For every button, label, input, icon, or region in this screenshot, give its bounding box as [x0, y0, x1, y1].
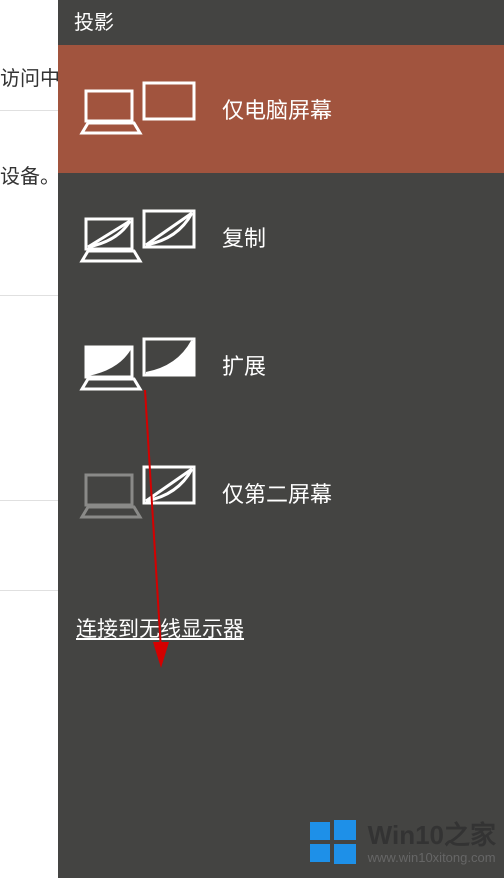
- pc-screen-only-icon: [78, 81, 198, 137]
- project-panel: 投影 仅电脑屏幕 复制: [58, 0, 504, 878]
- extend-icon: [78, 337, 198, 393]
- option-label: 仅电脑屏幕: [222, 93, 332, 125]
- project-option-extend[interactable]: 扩展: [58, 301, 504, 429]
- watermark-title: Win10之家: [368, 822, 496, 848]
- bg-divider: [0, 590, 58, 591]
- bg-divider: [0, 295, 58, 296]
- duplicate-icon: [78, 209, 198, 265]
- windows-logo-icon: [308, 818, 358, 868]
- option-label: 扩展: [222, 349, 266, 381]
- watermark: Win10之家 www.win10xitong.com: [308, 818, 496, 868]
- project-option-duplicate[interactable]: 复制: [58, 173, 504, 301]
- bg-text-1: 访问中: [0, 62, 60, 91]
- bg-divider: [0, 500, 58, 501]
- watermark-text: Win10之家 www.win10xitong.com: [368, 822, 496, 865]
- panel-title: 投影: [58, 0, 504, 45]
- second-screen-only-icon: [78, 465, 198, 521]
- watermark-url: www.win10xitong.com: [368, 850, 496, 865]
- project-option-pc-only[interactable]: 仅电脑屏幕: [58, 45, 504, 173]
- project-option-second-only[interactable]: 仅第二屏幕: [58, 429, 504, 557]
- option-label: 仅第二屏幕: [222, 477, 332, 509]
- connect-wireless-display-link[interactable]: 连接到无线显示器: [76, 613, 244, 643]
- bg-divider: [0, 110, 58, 111]
- option-label: 复制: [222, 221, 266, 253]
- bg-text-2: 设备。: [0, 160, 60, 189]
